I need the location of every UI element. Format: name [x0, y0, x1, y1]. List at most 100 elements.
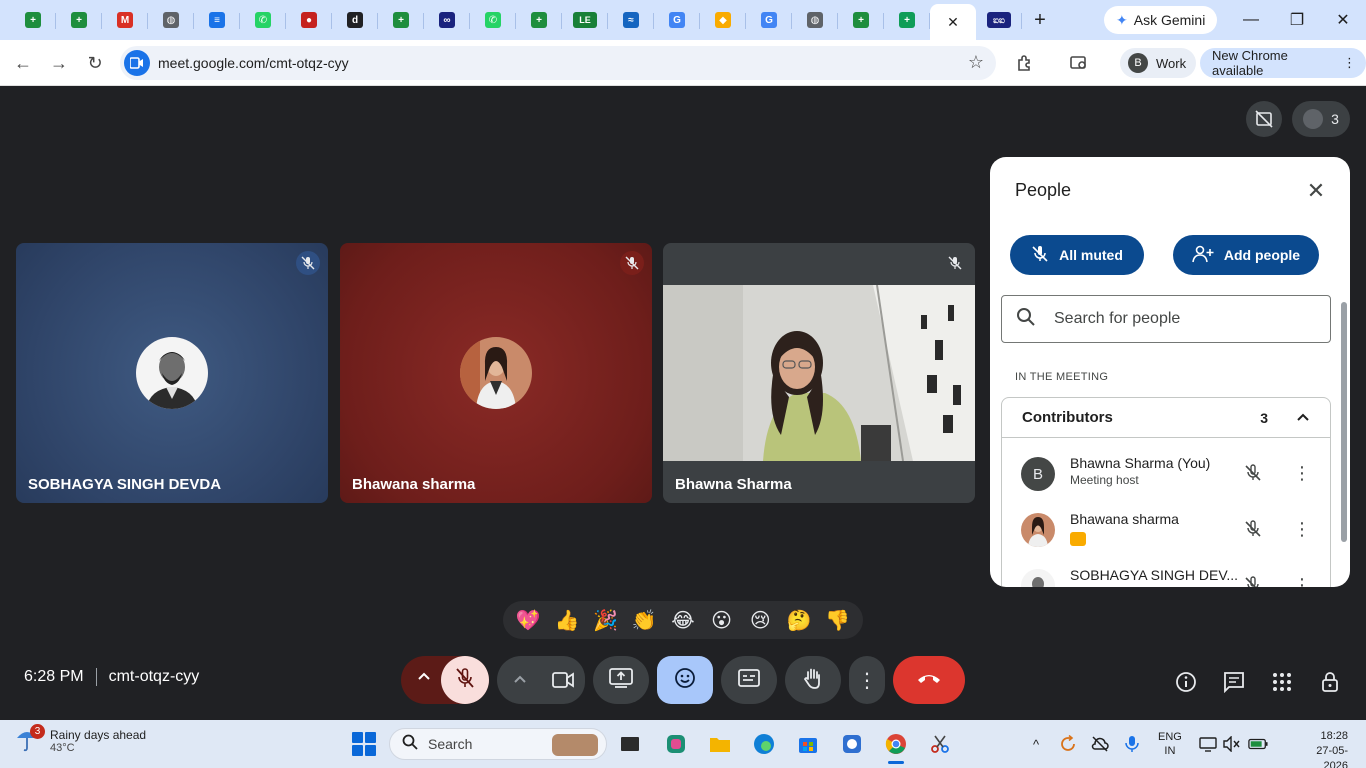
list-item[interactable]: Bhawana sharma ⋮: [1002, 502, 1330, 558]
close-panel-button[interactable]: ✕: [1302, 177, 1330, 205]
tab[interactable]: +: [378, 3, 424, 37]
url-text[interactable]: meet.google.com/cmt-otqz-cyy: [158, 55, 349, 71]
tab-active[interactable]: ✕: [930, 4, 976, 40]
list-item[interactable]: B Bhawna Sharma (You) Meeting host ⋮: [1002, 446, 1330, 502]
mic-off-icon[interactable]: [1240, 460, 1266, 486]
tab[interactable]: ◆: [700, 3, 746, 37]
battery-charging-icon[interactable]: [1248, 734, 1268, 754]
leave-call-button[interactable]: [893, 656, 965, 704]
tab[interactable]: +: [884, 3, 930, 37]
tab[interactable]: ◍: [148, 3, 194, 37]
m365-icon[interactable]: [660, 728, 692, 760]
microsoft-store-icon[interactable]: [792, 728, 824, 760]
contributors-header[interactable]: Contributors 3: [1002, 398, 1330, 438]
participants-button[interactable]: 3: [1292, 101, 1350, 137]
volume-muted-icon[interactable]: [1222, 734, 1242, 754]
mic-off-icon[interactable]: [1240, 516, 1266, 542]
task-view-icon[interactable]: [614, 728, 646, 760]
bookmark-star-icon[interactable]: ☆: [968, 52, 984, 73]
cast-search-icon[interactable]: [1064, 48, 1094, 78]
chevron-up-icon[interactable]: [513, 673, 527, 692]
more-options-icon[interactable]: ⋮: [1290, 460, 1314, 486]
new-tab-button[interactable]: +: [1022, 2, 1058, 38]
file-explorer-icon[interactable]: [704, 728, 736, 760]
more-options-button[interactable]: ⋮: [849, 656, 885, 704]
camera-icon[interactable]: [541, 656, 585, 704]
new-chrome-available-button[interactable]: New Chrome available ⋮: [1200, 48, 1366, 78]
present-screen-button[interactable]: [593, 656, 649, 704]
panel-scrollbar[interactable]: [1341, 302, 1347, 542]
reaction-thinking[interactable]: 🤔: [781, 602, 817, 638]
ask-gemini-button[interactable]: ✦ Ask Gemini: [1104, 6, 1218, 34]
snipping-tool-icon[interactable]: [924, 728, 956, 760]
tab[interactable]: +: [838, 3, 884, 37]
chevron-up-icon[interactable]: [1296, 409, 1310, 426]
chrome-icon[interactable]: [880, 728, 912, 764]
camera-group[interactable]: [497, 656, 585, 704]
input-language[interactable]: ENG IN: [1158, 730, 1182, 758]
meeting-details-icon[interactable]: [1170, 666, 1202, 698]
back-button[interactable]: ←: [8, 48, 38, 78]
reaction-thumbs-down[interactable]: 👎: [820, 602, 856, 638]
taskbar-search[interactable]: Search: [389, 728, 607, 760]
activities-grid-icon[interactable]: [1266, 666, 1298, 698]
participant-tile[interactable]: SOBHAGYA SINGH DEVDA: [16, 243, 328, 503]
microphone-icon[interactable]: [1122, 734, 1142, 754]
captions-button[interactable]: [721, 656, 777, 704]
tab[interactable]: +: [56, 3, 102, 37]
participant-tile[interactable]: Bhawana sharma: [340, 243, 652, 503]
tab[interactable]: ≈: [608, 3, 654, 37]
reaction-sad[interactable]: 😢: [742, 602, 778, 638]
chevron-up-icon[interactable]: ^: [1026, 734, 1046, 754]
tab[interactable]: ∞: [424, 3, 470, 37]
tab[interactable]: ●: [286, 3, 332, 37]
mic-off-icon[interactable]: [1240, 572, 1266, 587]
restore-button[interactable]: ❐: [1274, 0, 1320, 40]
tab[interactable]: +: [10, 3, 56, 37]
reaction-party-popper[interactable]: 🎉: [588, 602, 624, 638]
tab[interactable]: G: [746, 3, 792, 37]
close-icon[interactable]: ✕: [945, 14, 961, 30]
forward-button[interactable]: →: [44, 48, 74, 78]
tab[interactable]: d: [332, 3, 378, 37]
system-clock[interactable]: 18:28 27-05-2026: [1298, 729, 1348, 768]
tab[interactable]: +: [516, 3, 562, 37]
tab[interactable]: ಐಐ: [976, 3, 1022, 37]
host-controls-lock-icon[interactable]: [1314, 666, 1346, 698]
reaction-surprised[interactable]: 😮: [704, 602, 740, 638]
list-item[interactable]: SOBHAGYA SINGH DEV... ⋮: [1002, 558, 1330, 587]
send-reaction-button[interactable]: [657, 656, 713, 704]
microphone-toggle-button[interactable]: [441, 656, 489, 704]
address-bar[interactable]: meet.google.com/cmt-otqz-cyy ☆: [120, 46, 996, 80]
more-options-icon[interactable]: ⋮: [1290, 572, 1314, 588]
minimize-button[interactable]: —: [1228, 0, 1274, 40]
app-icon[interactable]: [836, 728, 868, 760]
tab[interactable]: ✆: [240, 3, 286, 37]
reaction-clapping[interactable]: 👏: [626, 602, 662, 638]
windows-start-icon[interactable]: [352, 732, 376, 756]
close-window-button[interactable]: ✕: [1320, 0, 1366, 40]
chat-icon[interactable]: [1218, 666, 1250, 698]
add-people-button[interactable]: Add people: [1173, 235, 1319, 275]
reaction-sparkling-heart[interactable]: 💖: [510, 602, 546, 638]
tab[interactable]: G: [654, 3, 700, 37]
tab[interactable]: ✆: [470, 3, 516, 37]
tab[interactable]: ≡: [194, 3, 240, 37]
weather-widget[interactable]: 3 Rainy days ahead 43°C: [16, 724, 146, 756]
extensions-icon[interactable]: [1010, 48, 1040, 78]
search-people-input[interactable]: [1054, 310, 1314, 328]
captions-off-icon[interactable]: [1246, 101, 1282, 137]
participant-tile[interactable]: Bhawna Sharma: [663, 243, 975, 503]
reload-button[interactable]: ↻: [80, 48, 110, 78]
raise-hand-button[interactable]: [785, 656, 841, 704]
reaction-thumbs-up[interactable]: 👍: [549, 602, 585, 638]
search-people[interactable]: [1001, 295, 1331, 343]
edge-icon[interactable]: [748, 728, 780, 760]
all-muted-button[interactable]: All muted: [1010, 235, 1144, 275]
tab[interactable]: LE: [562, 3, 608, 37]
profile-chip[interactable]: B Work: [1120, 48, 1197, 78]
tab[interactable]: ◍: [792, 3, 838, 37]
meet-site-icon[interactable]: [124, 50, 150, 76]
more-options-icon[interactable]: ⋮: [1290, 516, 1314, 542]
sync-icon[interactable]: [1058, 734, 1078, 754]
